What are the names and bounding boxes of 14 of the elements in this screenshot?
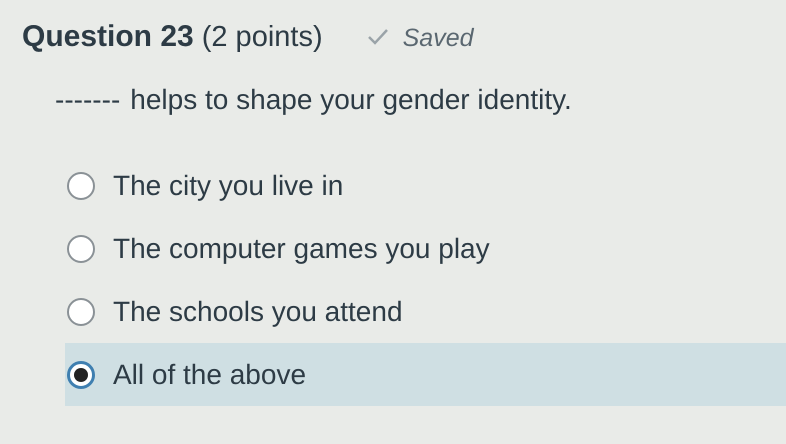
fill-in-blank: ------- xyxy=(55,84,120,116)
answer-option[interactable]: All of the above xyxy=(65,343,786,406)
saved-status: Saved xyxy=(402,24,474,53)
answer-option[interactable]: The computer games you play xyxy=(65,217,786,280)
check-icon xyxy=(366,28,389,46)
radio-button[interactable] xyxy=(67,298,95,326)
radio-button[interactable] xyxy=(67,234,95,262)
question-title: Question 23 xyxy=(22,20,194,54)
question-points: (2 points) xyxy=(202,21,323,54)
radio-button[interactable] xyxy=(67,172,95,200)
radio-button[interactable] xyxy=(67,360,95,388)
answer-option[interactable]: The city you live in xyxy=(65,154,786,217)
question-text: helps to shape your gender identity. xyxy=(130,84,572,116)
answer-option[interactable]: The schools you attend xyxy=(65,280,786,343)
